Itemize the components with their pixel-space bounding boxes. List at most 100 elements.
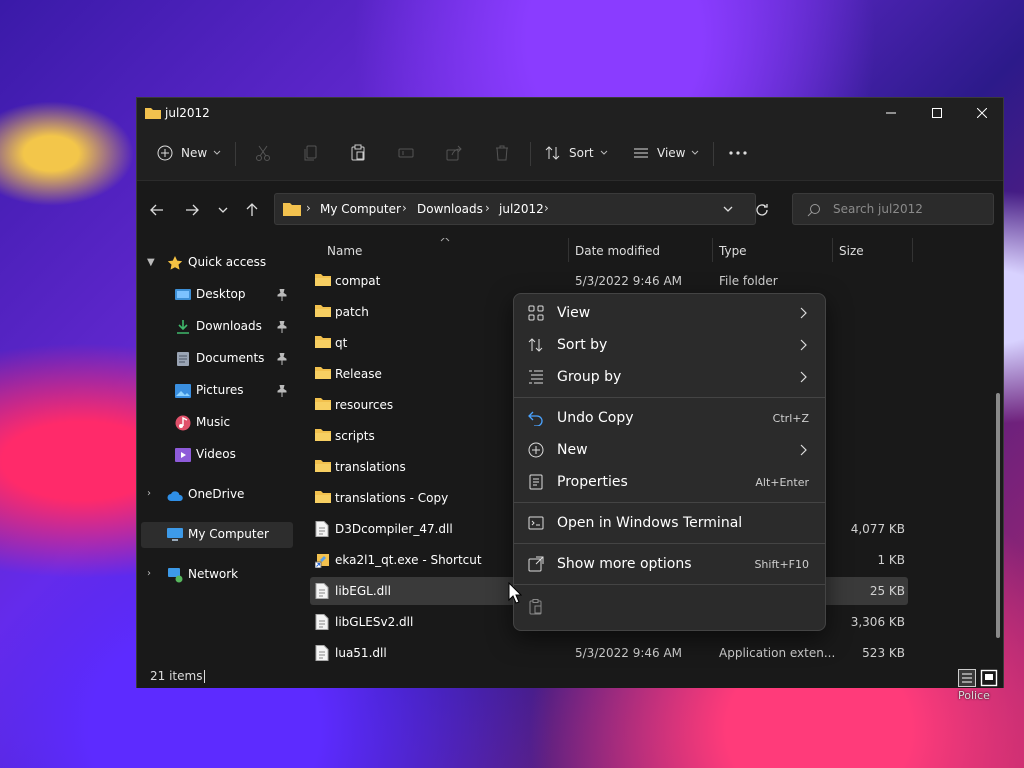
breadcrumb-downloads[interactable]: Downloads <box>417 202 483 216</box>
sidebar-item-music[interactable]: Music <box>141 410 293 436</box>
back-button[interactable] <box>147 200 167 220</box>
view-label: View <box>657 146 686 160</box>
file-row[interactable]: lua51.dll 5/3/2022 9:46 AM Application ext… <box>310 639 908 666</box>
minimize-icon <box>886 112 896 114</box>
forward-button[interactable] <box>182 200 202 220</box>
dll-file-icon <box>315 583 329 602</box>
column-divider[interactable] <box>912 238 913 262</box>
up-button[interactable] <box>242 200 262 220</box>
chevron-right-icon <box>800 444 807 456</box>
file-name: compat <box>335 274 381 288</box>
file-name: D3Dcompiler_47.dll <box>335 522 453 536</box>
sidebar-label: Documents <box>196 351 265 365</box>
sidebar-item-quick-access[interactable]: Quick access <box>141 250 293 276</box>
menu-separator <box>514 397 825 398</box>
computer-icon <box>167 528 183 541</box>
file-size: 4,077 KB <box>850 522 905 536</box>
column-divider[interactable] <box>568 238 569 262</box>
sort-icon <box>528 338 543 352</box>
status-bar: 21 items <box>137 666 1003 688</box>
file-row[interactable]: compat 5/3/2022 9:46 AM File folder <box>310 267 908 295</box>
menu-item-new[interactable]: New <box>518 435 821 465</box>
menu-paste-button[interactable] <box>518 592 821 622</box>
vertical-scrollbar[interactable] <box>996 393 1000 638</box>
close-button[interactable] <box>959 98 1005 128</box>
breadcrumb-jul2012[interactable]: jul2012 <box>499 202 544 216</box>
dll-file-icon <box>315 645 329 664</box>
sidebar-item-downloads[interactable]: Downloads <box>141 314 293 340</box>
toolbar-divider <box>235 142 236 166</box>
refresh-button[interactable] <box>752 200 772 220</box>
recent-locations-button[interactable] <box>213 200 233 220</box>
pin-icon[interactable] <box>277 385 287 397</box>
chevron-down-icon <box>600 150 607 155</box>
share-button[interactable] <box>445 142 463 164</box>
column-header-date[interactable]: Date modified <box>575 244 660 258</box>
sort-button[interactable]: Sort <box>545 142 608 164</box>
minimize-button[interactable] <box>868 98 914 128</box>
address-history-chevron-icon[interactable] <box>723 206 733 212</box>
menu-item-show-more-options[interactable]: Show more options Shift+F10 <box>518 549 821 579</box>
shortcut-label: Shift+F10 <box>754 558 809 571</box>
documents-icon <box>177 352 189 366</box>
menu-item-undo-copy[interactable]: Undo Copy Ctrl+Z <box>518 403 821 433</box>
cut-button[interactable] <box>254 142 272 164</box>
scissors-icon <box>256 145 270 161</box>
menu-item-view[interactable]: View <box>518 298 821 328</box>
column-divider[interactable] <box>712 238 713 262</box>
breadcrumb-separator: › <box>306 201 311 215</box>
menu-label: Group by <box>557 369 622 385</box>
view-button[interactable]: View <box>633 142 699 164</box>
folder-icon <box>315 304 331 320</box>
sidebar-item-desktop[interactable]: Desktop <box>141 282 293 308</box>
sidebar-item-videos[interactable]: Videos <box>141 442 293 468</box>
search-box[interactable]: Search jul2012 <box>792 193 994 225</box>
chevron-right-icon <box>800 371 807 383</box>
trash-icon <box>496 145 508 161</box>
menu-item-group-by[interactable]: Group by <box>518 362 821 392</box>
address-bar[interactable]: › My Computer › Downloads › jul2012 › <box>274 193 756 225</box>
breadcrumb-my-computer[interactable]: My Computer <box>320 202 401 216</box>
music-icon <box>175 415 191 431</box>
file-size: 523 KB <box>862 646 905 660</box>
file-name: libEGL.dll <box>335 584 391 598</box>
chevron-down-icon <box>213 150 221 155</box>
new-button[interactable]: New <box>157 142 221 164</box>
menu-item-properties[interactable]: Properties Alt+Enter <box>518 467 821 497</box>
title-bar[interactable]: jul2012 <box>137 98 1003 128</box>
sidebar-item-onedrive[interactable]: OneDrive <box>141 482 293 508</box>
copy-button[interactable] <box>302 142 320 164</box>
more-options-button[interactable] <box>729 142 747 164</box>
maximize-button[interactable] <box>914 98 960 128</box>
terminal-icon <box>528 516 544 530</box>
tiles-view-icon[interactable] <box>980 669 998 687</box>
pictures-icon <box>175 384 191 398</box>
details-view-icon[interactable] <box>958 669 976 687</box>
column-header-type[interactable]: Type <box>719 244 747 258</box>
pin-icon[interactable] <box>277 321 287 333</box>
paste-button[interactable] <box>349 142 367 164</box>
pin-icon[interactable] <box>277 289 287 301</box>
sidebar-item-network[interactable]: Network <box>141 562 293 588</box>
sidebar-item-my-computer[interactable]: My Computer <box>141 522 293 548</box>
column-divider[interactable] <box>832 238 833 262</box>
rename-button[interactable] <box>397 142 415 164</box>
copy-icon <box>304 145 317 161</box>
column-header-name[interactable]: Name <box>327 244 362 258</box>
column-header-size[interactable]: Size <box>839 244 864 258</box>
menu-label: Open in Windows Terminal <box>557 515 743 531</box>
menu-label: Sort by <box>557 337 608 353</box>
delete-button[interactable] <box>493 142 511 164</box>
sidebar-item-documents[interactable]: Documents <box>141 346 293 372</box>
refresh-icon <box>756 204 768 216</box>
layout-toggle <box>958 669 998 687</box>
plus-circle-icon <box>528 442 544 458</box>
sidebar-label: OneDrive <box>188 487 245 501</box>
menu-separator <box>514 543 825 544</box>
rename-icon <box>398 148 414 158</box>
menu-item-open-terminal[interactable]: Open in Windows Terminal <box>518 508 821 538</box>
pin-icon[interactable] <box>277 353 287 365</box>
menu-item-sort-by[interactable]: Sort by <box>518 330 821 360</box>
sidebar-item-pictures[interactable]: Pictures <box>141 378 293 404</box>
file-name: libGLESv2.dll <box>335 615 414 629</box>
